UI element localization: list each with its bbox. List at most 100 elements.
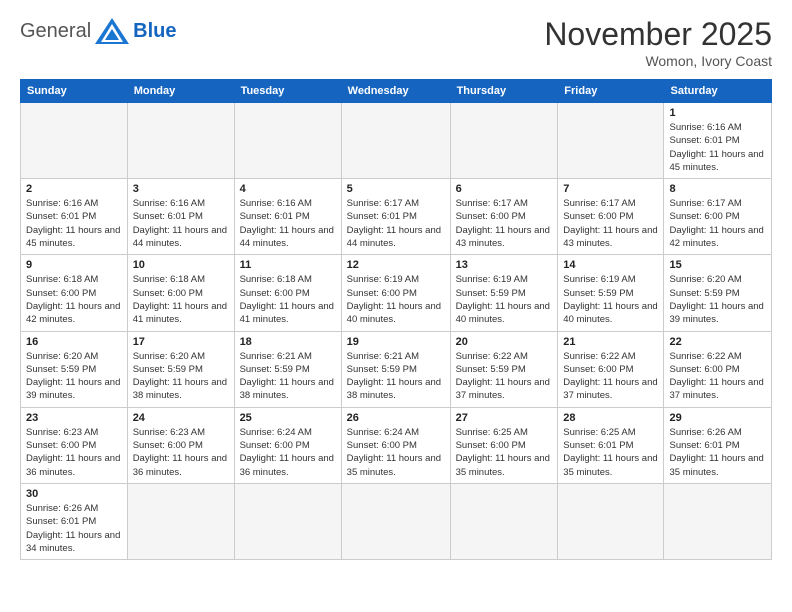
- day-info: Sunrise: 6:18 AMSunset: 6:00 PMDaylight:…: [240, 273, 336, 326]
- weekday-header-friday: Friday: [558, 80, 664, 103]
- calendar-cell: 28Sunrise: 6:25 AMSunset: 6:01 PMDayligh…: [558, 407, 664, 483]
- calendar-cell: [21, 103, 128, 179]
- day-number: 14: [563, 259, 658, 271]
- calendar-cell: [664, 483, 772, 559]
- day-number: 21: [563, 336, 658, 348]
- calendar-cell: [558, 103, 664, 179]
- calendar-week-row: 2 Sunrise: 6:16 AMSunset: 6:01 PMDaylight…: [21, 179, 772, 255]
- day-info: Sunrise: 6:18 AMSunset: 6:00 PMDaylight:…: [133, 273, 229, 326]
- day-info: Sunrise: 6:16 AMSunset: 6:01 PMDaylight:…: [669, 121, 766, 174]
- day-number: 7: [563, 183, 658, 195]
- day-info: Sunrise: 6:22 AMSunset: 6:00 PMDaylight:…: [563, 350, 658, 403]
- calendar-cell: 18 Sunrise: 6:21 AMSunset: 5:59 PMDayligh…: [234, 331, 341, 407]
- day-info: Sunrise: 6:26 AMSunset: 6:01 PMDaylight:…: [26, 502, 122, 555]
- month-title: November 2025: [544, 16, 772, 53]
- day-info: Sunrise: 6:17 AMSunset: 6:00 PMDaylight:…: [563, 197, 658, 250]
- calendar-cell: 24Sunrise: 6:23 AMSunset: 6:00 PMDayligh…: [127, 407, 234, 483]
- weekday-header-wednesday: Wednesday: [341, 80, 450, 103]
- calendar-cell: [450, 103, 558, 179]
- day-number: 13: [456, 259, 553, 271]
- day-info: Sunrise: 6:19 AMSunset: 5:59 PMDaylight:…: [456, 273, 553, 326]
- calendar-cell: 29Sunrise: 6:26 AMSunset: 6:01 PMDayligh…: [664, 407, 772, 483]
- calendar-cell: 5 Sunrise: 6:17 AMSunset: 6:01 PMDaylight…: [341, 179, 450, 255]
- calendar-table: SundayMondayTuesdayWednesdayThursdayFrid…: [20, 79, 772, 560]
- calendar-cell: [341, 483, 450, 559]
- day-info: Sunrise: 6:24 AMSunset: 6:00 PMDaylight:…: [347, 426, 445, 479]
- day-info: Sunrise: 6:17 AMSunset: 6:01 PMDaylight:…: [347, 197, 445, 250]
- calendar-cell: 21 Sunrise: 6:22 AMSunset: 6:00 PMDayligh…: [558, 331, 664, 407]
- calendar-cell: [127, 103, 234, 179]
- day-number: 19: [347, 336, 445, 348]
- calendar-cell: 26 Sunrise: 6:24 AMSunset: 6:00 PMDayligh…: [341, 407, 450, 483]
- weekday-header-saturday: Saturday: [664, 80, 772, 103]
- day-info: Sunrise: 6:24 AMSunset: 6:00 PMDaylight:…: [240, 426, 336, 479]
- calendar-cell: [558, 483, 664, 559]
- calendar-cell: 23Sunrise: 6:23 AMSunset: 6:00 PMDayligh…: [21, 407, 128, 483]
- day-number: 10: [133, 259, 229, 271]
- day-number: 26: [347, 412, 445, 424]
- day-number: 20: [456, 336, 553, 348]
- title-area: November 2025 Womon, Ivory Coast: [544, 16, 772, 69]
- day-number: 5: [347, 183, 445, 195]
- day-number: 2: [26, 183, 122, 195]
- calendar-cell: 11Sunrise: 6:18 AMSunset: 6:00 PMDayligh…: [234, 255, 341, 331]
- day-number: 17: [133, 336, 229, 348]
- day-number: 30: [26, 488, 122, 500]
- calendar-cell: 9Sunrise: 6:18 AMSunset: 6:00 PMDaylight…: [21, 255, 128, 331]
- day-number: 18: [240, 336, 336, 348]
- day-number: 22: [669, 336, 766, 348]
- day-number: 29: [669, 412, 766, 424]
- calendar-cell: 10 Sunrise: 6:18 AMSunset: 6:00 PMDayligh…: [127, 255, 234, 331]
- header: General Blue November 2025 Womon, Ivory …: [20, 16, 772, 69]
- day-info: Sunrise: 6:17 AMSunset: 6:00 PMDaylight:…: [669, 197, 766, 250]
- day-info: Sunrise: 6:21 AMSunset: 5:59 PMDaylight:…: [240, 350, 336, 403]
- calendar-week-row: 9Sunrise: 6:18 AMSunset: 6:00 PMDaylight…: [21, 255, 772, 331]
- calendar-cell: 30 Sunrise: 6:26 AMSunset: 6:01 PMDayligh…: [21, 483, 128, 559]
- logo-icon: [93, 16, 131, 46]
- day-number: 15: [669, 259, 766, 271]
- calendar-cell: 27Sunrise: 6:25 AMSunset: 6:00 PMDayligh…: [450, 407, 558, 483]
- weekday-header-row: SundayMondayTuesdayWednesdayThursdayFrid…: [21, 80, 772, 103]
- day-info: Sunrise: 6:22 AMSunset: 5:59 PMDaylight:…: [456, 350, 553, 403]
- calendar-cell: 25 Sunrise: 6:24 AMSunset: 6:00 PMDayligh…: [234, 407, 341, 483]
- logo-general-text: General: [20, 20, 91, 43]
- day-info: Sunrise: 6:16 AMSunset: 6:01 PMDaylight:…: [26, 197, 122, 250]
- weekday-header-tuesday: Tuesday: [234, 80, 341, 103]
- day-number: 1: [669, 107, 766, 119]
- day-number: 23: [26, 412, 122, 424]
- day-number: 25: [240, 412, 336, 424]
- calendar-cell: 19Sunrise: 6:21 AMSunset: 5:59 PMDayligh…: [341, 331, 450, 407]
- weekday-header-thursday: Thursday: [450, 80, 558, 103]
- day-info: Sunrise: 6:19 AMSunset: 6:00 PMDaylight:…: [347, 273, 445, 326]
- calendar-cell: 1 Sunrise: 6:16 AMSunset: 6:01 PMDaylight…: [664, 103, 772, 179]
- day-number: 16: [26, 336, 122, 348]
- day-info: Sunrise: 6:20 AMSunset: 5:59 PMDaylight:…: [133, 350, 229, 403]
- calendar-cell: 13 Sunrise: 6:19 AMSunset: 5:59 PMDayligh…: [450, 255, 558, 331]
- day-number: 27: [456, 412, 553, 424]
- day-info: Sunrise: 6:16 AMSunset: 6:01 PMDaylight:…: [240, 197, 336, 250]
- calendar-cell: 12Sunrise: 6:19 AMSunset: 6:00 PMDayligh…: [341, 255, 450, 331]
- calendar-cell: 2 Sunrise: 6:16 AMSunset: 6:01 PMDaylight…: [21, 179, 128, 255]
- day-info: Sunrise: 6:17 AMSunset: 6:00 PMDaylight:…: [456, 197, 553, 250]
- day-number: 4: [240, 183, 336, 195]
- calendar-cell: 8 Sunrise: 6:17 AMSunset: 6:00 PMDaylight…: [664, 179, 772, 255]
- logo-blue-text: Blue: [133, 20, 176, 43]
- calendar-cell: [450, 483, 558, 559]
- day-info: Sunrise: 6:20 AMSunset: 5:59 PMDaylight:…: [669, 273, 766, 326]
- calendar-cell: 7 Sunrise: 6:17 AMSunset: 6:00 PMDaylight…: [558, 179, 664, 255]
- day-info: Sunrise: 6:23 AMSunset: 6:00 PMDaylight:…: [133, 426, 229, 479]
- page: General Blue November 2025 Womon, Ivory …: [0, 0, 792, 612]
- weekday-header-monday: Monday: [127, 80, 234, 103]
- calendar-cell: 3Sunrise: 6:16 AMSunset: 6:01 PMDaylight…: [127, 179, 234, 255]
- day-info: Sunrise: 6:22 AMSunset: 6:00 PMDaylight:…: [669, 350, 766, 403]
- day-info: Sunrise: 6:16 AMSunset: 6:01 PMDaylight:…: [133, 197, 229, 250]
- calendar-cell: 15 Sunrise: 6:20 AMSunset: 5:59 PMDayligh…: [664, 255, 772, 331]
- day-number: 8: [669, 183, 766, 195]
- day-info: Sunrise: 6:19 AMSunset: 5:59 PMDaylight:…: [563, 273, 658, 326]
- day-info: Sunrise: 6:18 AMSunset: 6:00 PMDaylight:…: [26, 273, 122, 326]
- calendar-cell: 20 Sunrise: 6:22 AMSunset: 5:59 PMDayligh…: [450, 331, 558, 407]
- location-title: Womon, Ivory Coast: [544, 53, 772, 69]
- calendar-cell: 4 Sunrise: 6:16 AMSunset: 6:01 PMDaylight…: [234, 179, 341, 255]
- calendar-week-row: 23 Sunrise: 6:23 AMSunset: 6:00 PMDayligh…: [21, 407, 772, 483]
- calendar-week-row: 16 Sunrise: 6:20 AMSunset: 5:59 PMDayligh…: [21, 331, 772, 407]
